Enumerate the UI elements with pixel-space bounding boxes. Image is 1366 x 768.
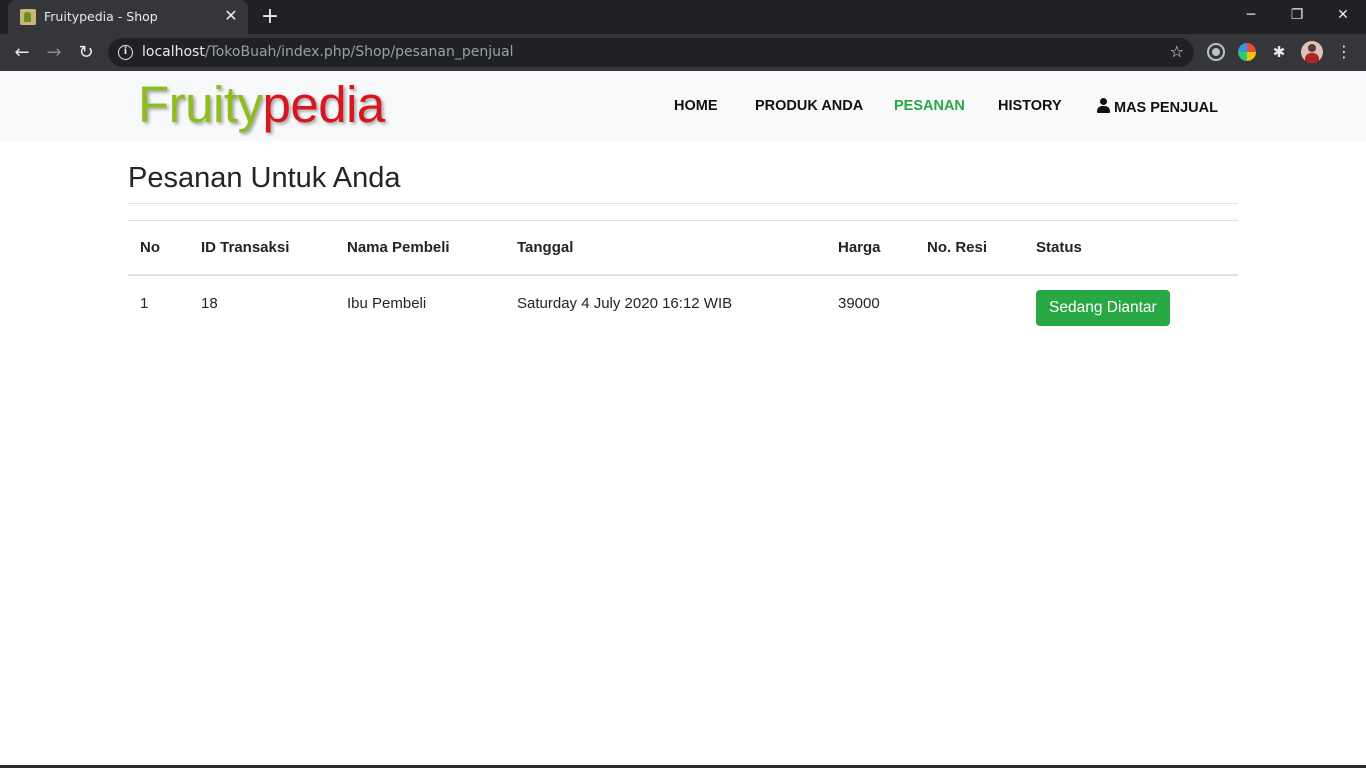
- table-row: 1 18 Ibu Pembeli Saturday 4 July 2020 16…: [128, 275, 1238, 331]
- cell-no: 1: [140, 294, 149, 312]
- title-divider: [128, 203, 1238, 204]
- cell-tanggal: Saturday 4 July 2020 16:12 WIB: [517, 294, 733, 312]
- header-harga: Harga: [826, 220, 915, 276]
- nav-home[interactable]: HOME: [674, 98, 718, 114]
- cell-nama-pembeli: Ibu Pembeli: [347, 294, 427, 312]
- back-icon[interactable]: ←: [9, 40, 35, 66]
- url-host: localhost: [142, 44, 205, 60]
- nav-history[interactable]: HISTORY: [998, 98, 1062, 114]
- info-icon[interactable]: i: [118, 45, 133, 60]
- brand-part2: pedia: [262, 76, 386, 133]
- cell-no-resi: [915, 275, 1024, 331]
- cell-status: Sedang Diantar: [1024, 275, 1238, 331]
- tab-title: Fruitypedia - Shop: [44, 9, 158, 24]
- nav-produk-anda[interactable]: PRODUK ANDA: [755, 98, 863, 114]
- profile-avatar[interactable]: [1301, 41, 1323, 63]
- user-icon: [1097, 98, 1110, 113]
- orders-table: No ID Transaksi Nama Pembeli Tanggal Har…: [128, 220, 1238, 331]
- browser-tab-bar: Fruitypedia - Shop ✕ + ─ ❐ ✕: [0, 0, 1366, 34]
- browser-menu-icon[interactable]: ⋮: [1334, 40, 1354, 64]
- table-header-row: No ID Transaksi Nama Pembeli Tanggal Har…: [128, 220, 1238, 276]
- forward-icon[interactable]: →: [41, 40, 67, 66]
- extension-record-icon[interactable]: [1207, 43, 1225, 61]
- browser-tab[interactable]: Fruitypedia - Shop ✕: [8, 0, 248, 34]
- url-text[interactable]: localhost/TokoBuah/index.php/Shop/pesana…: [142, 44, 513, 60]
- cell-id-transaksi: 18: [201, 294, 218, 312]
- header-no-resi: No. Resi: [915, 220, 1024, 276]
- close-window-icon[interactable]: ✕: [1320, 4, 1366, 28]
- tab-close-icon[interactable]: ✕: [222, 7, 240, 25]
- header-no: No: [128, 220, 189, 276]
- header-tanggal: Tanggal: [505, 220, 826, 276]
- header-id-transaksi: ID Transaksi: [189, 220, 335, 276]
- favicon-icon: [20, 9, 36, 25]
- brand-logo[interactable]: Fruitypedia: [138, 75, 385, 135]
- brand-part1: Fruity: [138, 76, 263, 133]
- nav-user-label: MAS PENJUAL: [1114, 100, 1218, 116]
- url-path: /TokoBuah/index.php/Shop/pesanan_penjual: [204, 44, 514, 60]
- header-nama-pembeli: Nama Pembeli: [335, 220, 505, 276]
- browser-toolbar: ← → ↻ i localhost/TokoBuah/index.php/Sho…: [0, 34, 1366, 71]
- new-tab-icon[interactable]: +: [258, 6, 282, 30]
- cell-harga: 39000: [838, 294, 880, 312]
- status-button[interactable]: Sedang Diantar: [1036, 289, 1170, 326]
- nav-user-menu[interactable]: MAS PENJUAL: [1097, 98, 1218, 116]
- nav-pesanan[interactable]: PESANAN: [894, 98, 965, 114]
- extensions-puzzle-icon[interactable]: ✱: [1270, 43, 1288, 61]
- restore-icon[interactable]: ❐: [1274, 4, 1320, 28]
- site-navbar: Fruitypedia HOME PRODUK ANDA PESANAN HIS…: [0, 71, 1366, 141]
- bookmark-star-icon[interactable]: ☆: [1170, 42, 1184, 61]
- address-bar[interactable]: i localhost/TokoBuah/index.php/Shop/pesa…: [108, 38, 1194, 67]
- minimize-icon[interactable]: ─: [1228, 4, 1274, 28]
- reload-icon[interactable]: ↻: [73, 40, 99, 66]
- header-status: Status: [1024, 220, 1238, 276]
- extension-color-icon[interactable]: [1238, 43, 1256, 61]
- page-title: Pesanan Untuk Anda: [128, 162, 401, 194]
